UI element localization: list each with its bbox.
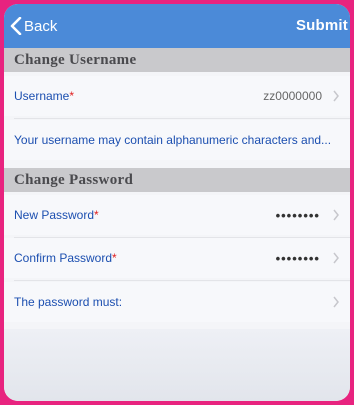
navigation-bar: Back Submit (4, 4, 350, 48)
username-label: Username (14, 89, 70, 103)
divider (14, 280, 350, 281)
required-mark: * (112, 251, 117, 265)
chevron-right-icon (333, 252, 339, 264)
new-password-row[interactable]: New Password* •••••••• (4, 195, 350, 235)
divider (14, 118, 350, 119)
confirm-password-row[interactable]: Confirm Password* •••••••• (4, 238, 350, 278)
back-label: Back (24, 17, 58, 35)
username-row[interactable]: Username* zz0000000 (4, 76, 350, 116)
submit-button[interactable]: Submit (296, 17, 348, 34)
required-mark: * (69, 89, 75, 103)
back-button[interactable]: Back (10, 14, 57, 38)
new-password-value: •••••••• (275, 207, 320, 223)
confirm-password-value: •••••••• (275, 250, 320, 266)
chevron-left-icon (10, 17, 22, 35)
new-password-label-wrap: New Password* (14, 208, 99, 222)
empty-area (4, 329, 350, 401)
chevron-right-icon (333, 296, 339, 308)
new-password-label: New Password (14, 208, 95, 222)
required-mark: * (94, 208, 99, 222)
screen: Back Submit Change Username Username* zz… (4, 4, 350, 401)
section-header-password: Change Password (4, 168, 350, 192)
username-hint: Your username may contain alphanumeric c… (4, 120, 350, 160)
section-header-username: Change Username (4, 48, 350, 72)
chevron-right-icon (333, 90, 339, 102)
confirm-password-label: Confirm Password (14, 251, 113, 265)
username-label-wrap: Username* (14, 89, 74, 103)
chevron-right-icon (333, 209, 339, 221)
username-value: zz0000000 (263, 89, 322, 103)
confirm-password-label-wrap: Confirm Password* (14, 251, 117, 265)
password-rules-label: The password must: (14, 295, 123, 309)
password-rules-row[interactable]: The password must: (4, 282, 350, 322)
